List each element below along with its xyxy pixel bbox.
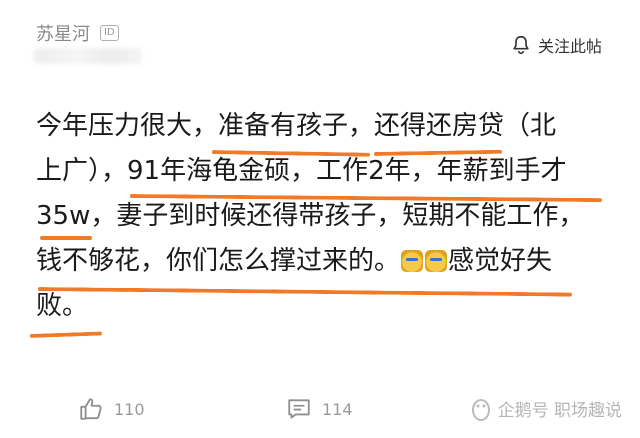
- blurred-meta: [34, 48, 142, 64]
- highlight-underline: [29, 331, 103, 338]
- comment-count: 114: [322, 399, 353, 419]
- follow-button[interactable]: 关注此帖: [510, 33, 602, 57]
- thumbs-up-icon: [80, 398, 102, 420]
- crying-face-icon: [425, 250, 448, 272]
- post-line: 今年压力很大，准备有孩子，还得还房贷（北: [36, 111, 557, 141]
- penguin-logo-icon: [471, 398, 490, 421]
- bell-icon: [513, 35, 529, 55]
- post-line-tail: 感觉好失: [448, 246, 553, 276]
- comment-icon: [288, 399, 310, 419]
- follow-label: 关注此帖: [537, 37, 602, 56]
- watermark: 企鹅号 职场趣说: [470, 396, 622, 421]
- post-line-text: 钱不够花，你们怎么撑过来的。: [36, 246, 401, 276]
- crying-face-icon: [401, 250, 424, 272]
- id-badge: ID: [100, 25, 119, 41]
- highlight-underline: [40, 236, 92, 240]
- like-count: 110: [114, 399, 145, 419]
- author-name[interactable]: 苏星河: [36, 20, 90, 46]
- watermark-text: 企鹅号 职场趣说: [497, 401, 622, 421]
- author: 苏星河 ID: [36, 20, 119, 46]
- comment-button[interactable]: 114: [286, 396, 353, 422]
- like-button[interactable]: 110: [78, 396, 145, 422]
- post-line: 钱不够花，你们怎么撑过来的。 感觉好失: [36, 239, 608, 284]
